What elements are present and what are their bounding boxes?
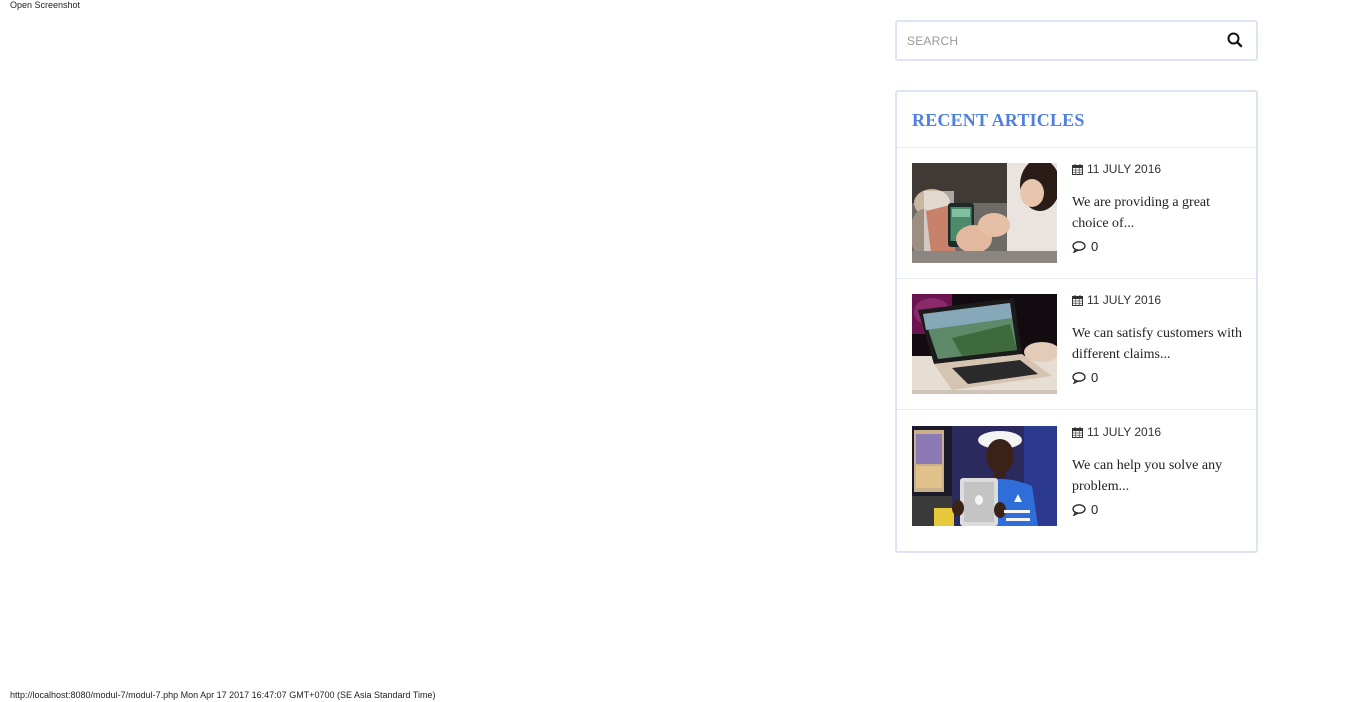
- hand-holding-phone-image: [912, 163, 1057, 263]
- divider: [897, 409, 1256, 410]
- search-input[interactable]: [907, 22, 1207, 59]
- article-item: 11 JULY 2016 We can help you solve any p…: [897, 411, 1256, 542]
- recent-articles-panel: RECENT ARTICLES 11 JULY 2016 We are prov…: [895, 90, 1258, 553]
- article-comments[interactable]: 0: [1072, 370, 1098, 388]
- article-title-link[interactable]: We can help you solve any problem...: [1072, 455, 1242, 497]
- article-title-link[interactable]: We are providing a great choice of...: [1072, 192, 1242, 234]
- article-thumbnail[interactable]: [912, 163, 1057, 263]
- calendar-icon: [1072, 164, 1083, 178]
- recent-articles-title: RECENT ARTICLES: [912, 110, 1085, 130]
- search-box: [895, 20, 1258, 61]
- article-date: 11 JULY 2016: [1072, 293, 1161, 309]
- page: Open Screenshot RECENT ARTICLES: [0, 0, 1366, 702]
- article-thumbnail[interactable]: [912, 294, 1057, 394]
- comment-icon: [1072, 504, 1087, 520]
- laptop-on-desk-image: [912, 294, 1057, 394]
- article-item: 11 JULY 2016 We are providing a great ch…: [897, 148, 1256, 279]
- calendar-icon: [1072, 295, 1083, 309]
- article-date-text: 11 JULY 2016: [1087, 293, 1162, 307]
- article-date-text: 11 JULY 2016: [1087, 425, 1162, 439]
- comment-count: 0: [1091, 370, 1099, 385]
- article-thumbnail[interactable]: [912, 426, 1057, 526]
- article-title-link[interactable]: We can satisfy customers with different …: [1072, 323, 1242, 365]
- calendar-icon: [1072, 427, 1083, 441]
- search-icon[interactable]: [1226, 31, 1244, 49]
- article-comments[interactable]: 0: [1072, 239, 1098, 257]
- article-item: 11 JULY 2016 We can satisfy customers wi…: [897, 279, 1256, 410]
- man-holding-tablet-image: [912, 426, 1057, 526]
- comment-icon: [1072, 372, 1087, 388]
- article-date: 11 JULY 2016: [1072, 425, 1161, 441]
- article-comments[interactable]: 0: [1072, 502, 1098, 520]
- open-screenshot-link[interactable]: Open Screenshot: [10, 0, 80, 11]
- comment-count: 0: [1091, 239, 1099, 254]
- article-date-text: 11 JULY 2016: [1087, 162, 1162, 176]
- article-date: 11 JULY 2016: [1072, 162, 1161, 178]
- comment-count: 0: [1091, 502, 1099, 517]
- page-url-timestamp: http://localhost:8080/modul-7/modul-7.ph…: [10, 690, 436, 700]
- comment-icon: [1072, 241, 1087, 257]
